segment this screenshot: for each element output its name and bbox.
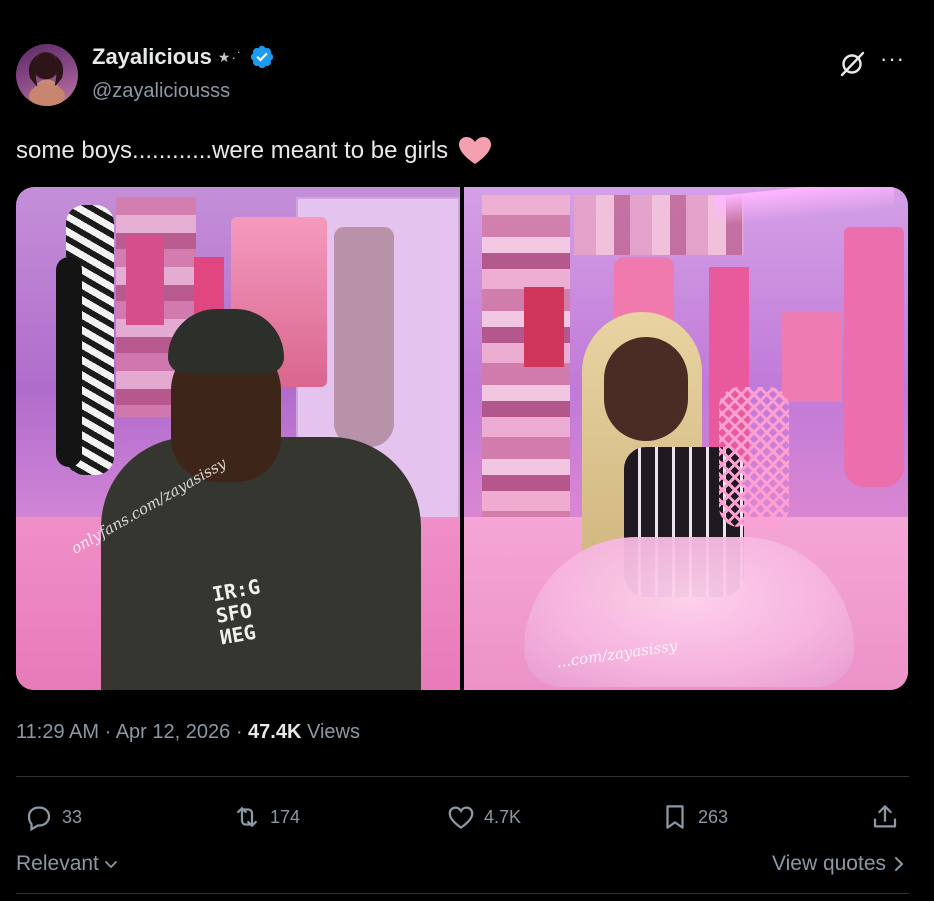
heart-icon <box>448 806 474 829</box>
author-avatar[interactable] <box>16 44 78 106</box>
reply-button[interactable]: 33 <box>24 802 82 832</box>
reply-icon <box>27 806 51 832</box>
sort-replies-dropdown[interactable]: Relevant <box>16 852 119 876</box>
post-text-content: some boys............were meant to be gi… <box>16 137 449 164</box>
meta-separator: · <box>104 721 112 743</box>
grok-icon[interactable] <box>838 50 866 78</box>
post-media[interactable]: IR:G SFO ИEG onlyfans.com/zayasissy ...c… <box>16 187 908 690</box>
pink-heart-icon <box>459 137 492 164</box>
name-decoration: ★·˙ <box>217 48 243 65</box>
like-count: 4.7K <box>484 806 522 827</box>
post-time[interactable]: 11:29 AM <box>16 721 99 743</box>
more-options-icon[interactable]: ··· <box>880 46 905 72</box>
author-display-name[interactable]: Zayalicious <box>92 44 212 70</box>
post-meta: 11:29 AM · Apr 12, 2026 · 47.4K Views <box>16 721 360 744</box>
bookmark-button[interactable]: 263 <box>660 802 728 832</box>
post-text: some boys............were meant to be gi… <box>16 136 492 166</box>
divider-bottom <box>16 893 909 894</box>
repost-icon <box>237 807 257 827</box>
share-icon <box>873 805 897 828</box>
reply-count: 33 <box>62 806 83 827</box>
media-photo-right[interactable]: ...com/zayasissy <box>464 187 908 690</box>
share-button[interactable] <box>870 802 900 832</box>
repost-button[interactable]: 174 <box>232 802 300 832</box>
avatar-image <box>28 53 65 106</box>
hoodie-print: IR:G SFO ИEG <box>210 571 291 652</box>
chevron-right-icon <box>895 857 904 871</box>
verified-badge-icon[interactable] <box>249 44 275 70</box>
views-count: 47.4K <box>248 721 302 743</box>
meta-separator: · <box>235 721 243 743</box>
bookmark-count: 263 <box>698 806 729 827</box>
divider-top <box>16 776 909 777</box>
author-handle[interactable]: @zayaliciousss <box>92 80 230 103</box>
view-quotes-link[interactable]: View quotes <box>772 852 906 876</box>
repost-count: 174 <box>270 806 301 827</box>
author-name-row: Zayalicious ★·˙ <box>92 44 275 70</box>
post-date[interactable]: Apr 12, 2026 <box>116 721 231 743</box>
media-photo-left[interactable]: IR:G SFO ИEG onlyfans.com/zayasissy <box>16 187 460 690</box>
sort-label: Relevant <box>16 852 99 875</box>
chevron-down-icon <box>104 861 117 869</box>
like-button[interactable]: 4.7K <box>446 802 521 832</box>
bookmark-icon <box>666 805 684 829</box>
view-quotes-label: View quotes <box>771 852 886 875</box>
views-label: Views <box>306 721 360 743</box>
